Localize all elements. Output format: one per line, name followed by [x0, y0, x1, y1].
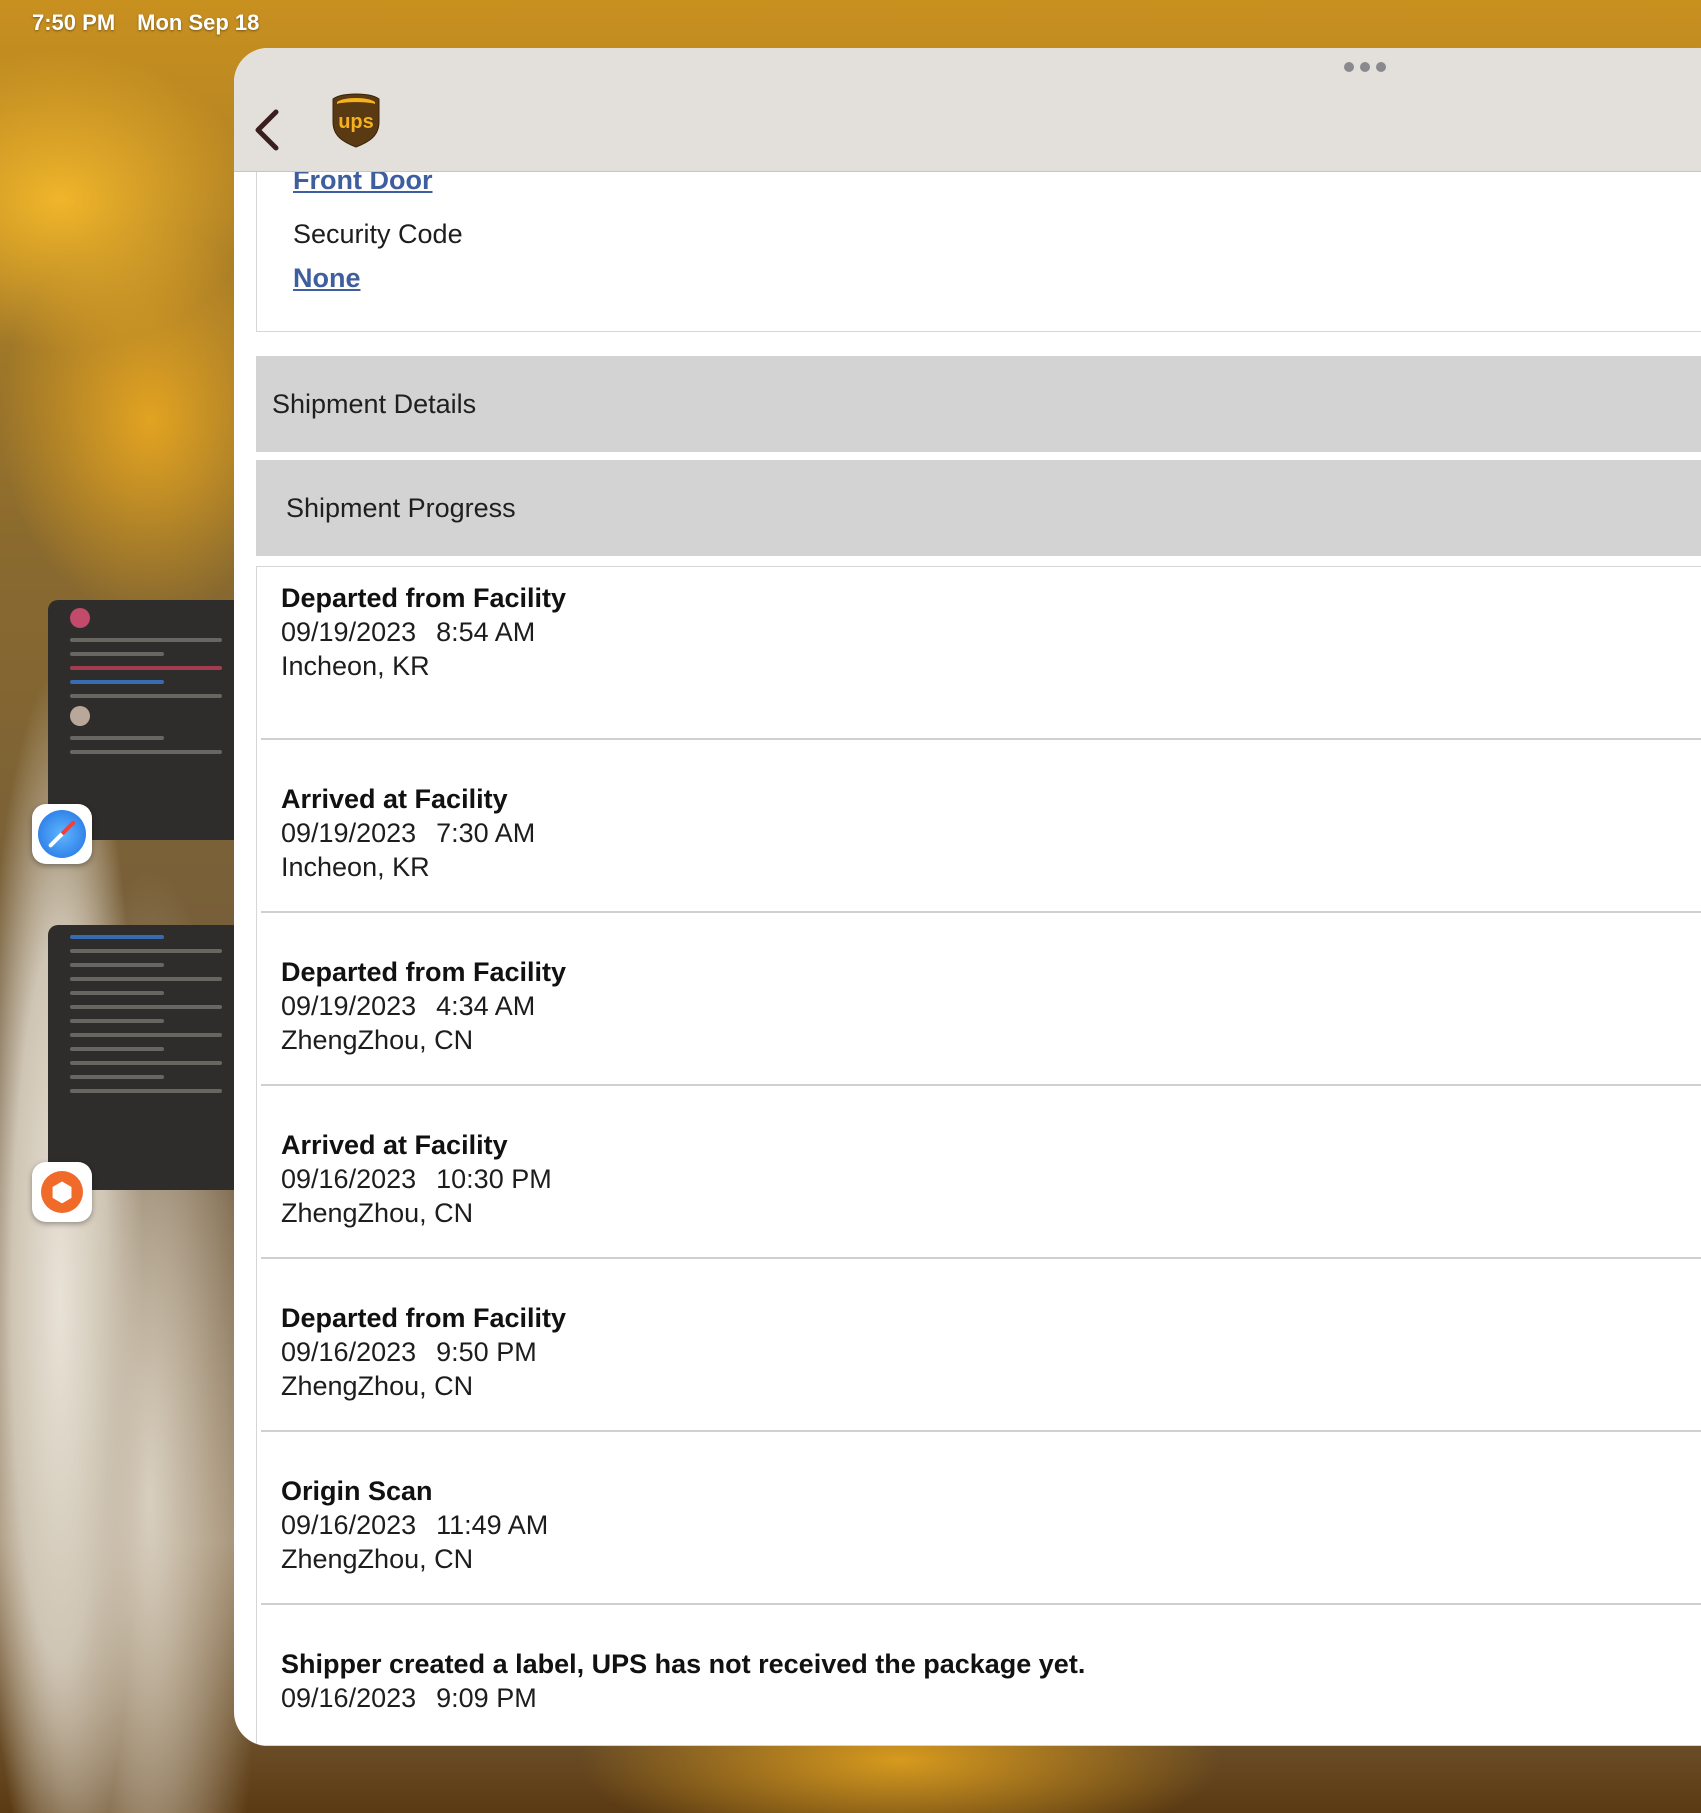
progress-status: Departed from Facility	[281, 957, 567, 987]
progress-item: Departed from Facility 09/19/2023 4:34 AM…	[261, 913, 1701, 1086]
back-button[interactable]	[248, 104, 288, 154]
ups-app-window: ups Front Door Security Code None Shipme…	[234, 48, 1701, 1746]
progress-location: ZhengZhou, CN	[281, 1544, 474, 1574]
avatar	[70, 706, 90, 726]
status-time: 7:50 PM	[32, 10, 116, 35]
chevron-left-icon	[255, 109, 279, 151]
progress-location: ZhengZhou, CN	[281, 1025, 474, 1055]
progress-status: Shipper created a label, UPS has not rec…	[281, 1649, 1086, 1679]
progress-datetime: 09/16/2023 11:49 AM	[281, 1510, 549, 1540]
security-code-link[interactable]: None	[293, 263, 361, 294]
progress-datetime: 09/16/2023 9:09 PM	[281, 1683, 537, 1713]
status-bar: 7:50 PM Mon Sep 18	[32, 10, 259, 36]
more-dots-icon[interactable]	[1344, 62, 1386, 72]
progress-item: Departed from Facility 09/19/2023 8:54 AM…	[261, 567, 1701, 740]
section-title: Shipment Progress	[286, 492, 516, 523]
cube-app-icon[interactable]: ⬢	[32, 1162, 92, 1222]
progress-status: Departed from Facility	[281, 583, 567, 613]
progress-item: Departed from Facility 09/16/2023 9:50 PM…	[261, 1259, 1701, 1432]
progress-item: Origin Scan 09/16/2023 11:49 AM ZhengZhou…	[261, 1432, 1701, 1605]
svg-text:ups: ups	[338, 111, 374, 133]
progress-item: Arrived at Facility 09/19/2023 7:30 AM In…	[261, 740, 1701, 913]
progress-location: Incheon, KR	[281, 651, 430, 681]
avatar	[70, 608, 90, 628]
progress-datetime: 09/19/2023 7:30 AM	[281, 818, 536, 848]
security-code-label: Security Code	[293, 219, 463, 249]
shipment-progress-header[interactable]: Shipment Progress	[256, 460, 1701, 556]
progress-item: Shipper created a label, UPS has not rec…	[261, 1605, 1701, 1745]
progress-location: ZhengZhou, CN	[281, 1198, 474, 1228]
shipment-progress-list: Departed from Facility 09/19/2023 8:54 AM…	[256, 566, 1701, 1746]
progress-status: Arrived at Facility	[281, 784, 508, 814]
shipment-details-header[interactable]: Shipment Details	[256, 356, 1701, 452]
progress-datetime: 09/19/2023 4:34 AM	[281, 991, 536, 1021]
status-date: Mon Sep 18	[137, 10, 260, 35]
progress-datetime: 09/16/2023 10:30 PM	[281, 1164, 552, 1194]
background-app-thumbnail-2[interactable]	[48, 925, 234, 1190]
progress-location: Incheon, KR	[281, 852, 430, 882]
progress-datetime: 09/16/2023 9:50 PM	[281, 1337, 537, 1367]
ups-logo: ups	[332, 93, 380, 148]
progress-location: ZhengZhou, CN	[281, 1371, 474, 1401]
progress-status: Origin Scan	[281, 1476, 433, 1506]
nav-bar: ups	[234, 48, 1701, 172]
safari-icon[interactable]	[32, 804, 92, 864]
progress-datetime: 09/19/2023 8:54 AM	[281, 617, 536, 647]
progress-status: Arrived at Facility	[281, 1130, 508, 1160]
progress-status: Departed from Facility	[281, 1303, 567, 1333]
section-title: Shipment Details	[272, 388, 477, 419]
progress-item: Arrived at Facility 09/16/2023 10:30 PM Z…	[261, 1086, 1701, 1259]
